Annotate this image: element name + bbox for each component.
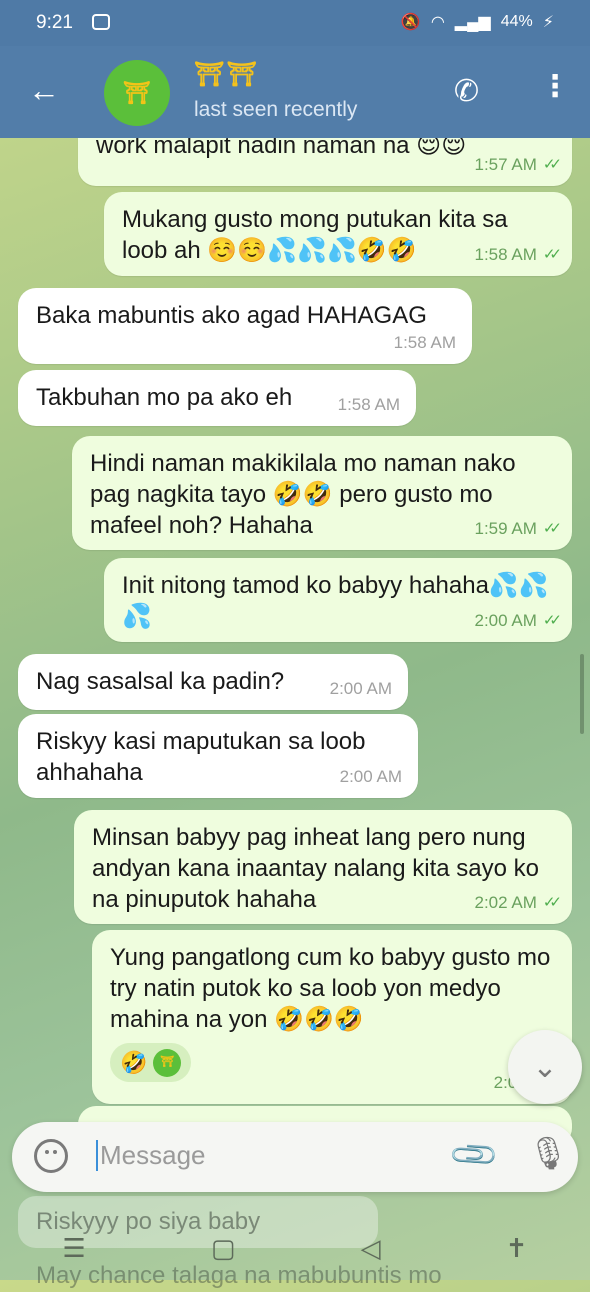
message-bubble[interactable]: Init nitong tamod ko babyy hahaha💦💦💦 2:0… xyxy=(104,558,572,642)
reactor-avatar: ⛩ xyxy=(153,1048,182,1077)
message-time: 1:59 AM xyxy=(474,519,537,538)
status-icons: 🔕 ◠ ▂▄▆ 44% ⚡ xyxy=(401,12,554,32)
wifi-icon: ◠ xyxy=(430,14,445,31)
double-check-icon: ✓✓ xyxy=(542,894,562,911)
double-check-icon: ✓✓ xyxy=(542,246,562,263)
chat-header: ← ⛩ ⛩⛩ last seen recently ✆ ⋮ xyxy=(0,46,590,138)
message-text: Yung pangatlong cum ko babyy gusto mo tr… xyxy=(110,944,551,1033)
app-notification-icon xyxy=(92,14,110,30)
status-time: 9:21 xyxy=(36,12,73,33)
paperclip-icon[interactable]: 📎 xyxy=(446,1127,501,1182)
message-time: 1:57 AM xyxy=(474,155,537,174)
reaction-pill[interactable]: 🤣 ⛩ xyxy=(110,1043,192,1082)
battery-charging-icon: ⚡ xyxy=(542,14,554,31)
double-check-icon: ✓✓ xyxy=(542,612,562,629)
message-bubble[interactable]: work malapit nadin naman na 😌😌 1:57 AM ✓✓ xyxy=(78,138,572,186)
message-bubble[interactable]: Nag sasalsal ka padin? 2:00 AM xyxy=(18,654,408,710)
message-composer[interactable]: Message 📎 🎙 xyxy=(12,1122,578,1192)
reactor-avatar-text: ⛩ xyxy=(160,1056,175,1068)
mute-icon: 🔕 xyxy=(400,14,421,31)
message-bubble[interactable]: Baka mabuntis ako agad HAHAGAG 1:58 AM xyxy=(18,288,472,364)
microphone-icon[interactable]: 🎙 xyxy=(528,1134,569,1172)
message-time: 1:58 AM xyxy=(337,395,400,414)
emoji-icon[interactable] xyxy=(34,1139,68,1173)
recent-apps-icon[interactable]: ☰ xyxy=(63,1233,86,1264)
message-time: 1:58 AM xyxy=(393,333,456,352)
chat-title[interactable]: ⛩⛩ xyxy=(194,60,259,89)
phone-icon[interactable]: ✆ xyxy=(454,74,479,109)
last-seen-status: last seen recently xyxy=(194,98,358,121)
double-check-icon: ✓✓ xyxy=(542,156,562,173)
message-text: Baka mabuntis ako agad HAHAGAG xyxy=(36,302,427,329)
message-bubble[interactable]: Riskyy kasi maputukan sa loob ahhahaha 2… xyxy=(18,714,418,798)
double-check-icon: ✓✓ xyxy=(542,520,562,537)
status-bar: 9:21 🔕 ◠ ▂▄▆ 44% ⚡ xyxy=(0,0,590,46)
message-time: 2:00 AM xyxy=(474,611,537,630)
scrollbar[interactable] xyxy=(580,654,584,734)
message-bubble[interactable]: Mukang gusto mong putukan kita sa loob a… xyxy=(104,192,572,276)
message-bubble[interactable]: Yung pangatlong cum ko babyy gusto mo tr… xyxy=(92,930,572,1104)
message-input[interactable]: Message xyxy=(96,1140,206,1171)
message-bubble[interactable]: Minsan babyy pag inheat lang pero nung a… xyxy=(74,810,572,924)
arrow-left-icon[interactable]: ← xyxy=(28,74,60,106)
accessibility-icon[interactable]: ✝ xyxy=(506,1233,528,1264)
message-bubble[interactable]: Takbuhan mo pa ako eh 1:58 AM xyxy=(18,370,416,426)
message-time: 2:00 AM xyxy=(339,767,402,786)
signal-icon: ▂▄▆ xyxy=(454,14,491,31)
message-bubble[interactable]: Hindi naman makikilala mo naman nako pag… xyxy=(72,436,572,550)
reaction-emoji: 🤣 xyxy=(120,1050,148,1075)
reaction-row[interactable]: 🤣 ⛩ xyxy=(110,1043,554,1082)
chevron-down-icon[interactable]: ⌄ xyxy=(508,1030,582,1104)
more-vertical-icon[interactable]: ⋮ xyxy=(540,72,570,102)
battery-text: 44% xyxy=(500,13,533,30)
message-time: 2:02 AM xyxy=(474,893,537,912)
message-time: 2:00 AM xyxy=(329,679,392,698)
system-nav-bar: ☰ ▢ ◁ ✝ xyxy=(0,1216,590,1280)
avatar-text: ⛩ xyxy=(123,80,151,105)
home-icon[interactable]: ▢ xyxy=(211,1233,236,1264)
message-list[interactable]: work malapit nadin naman na 😌😌 1:57 AM ✓✓… xyxy=(0,138,590,1288)
back-nav-icon[interactable]: ◁ xyxy=(361,1233,381,1264)
avatar[interactable]: ⛩ xyxy=(104,60,170,126)
message-time: 1:58 AM xyxy=(474,245,537,264)
